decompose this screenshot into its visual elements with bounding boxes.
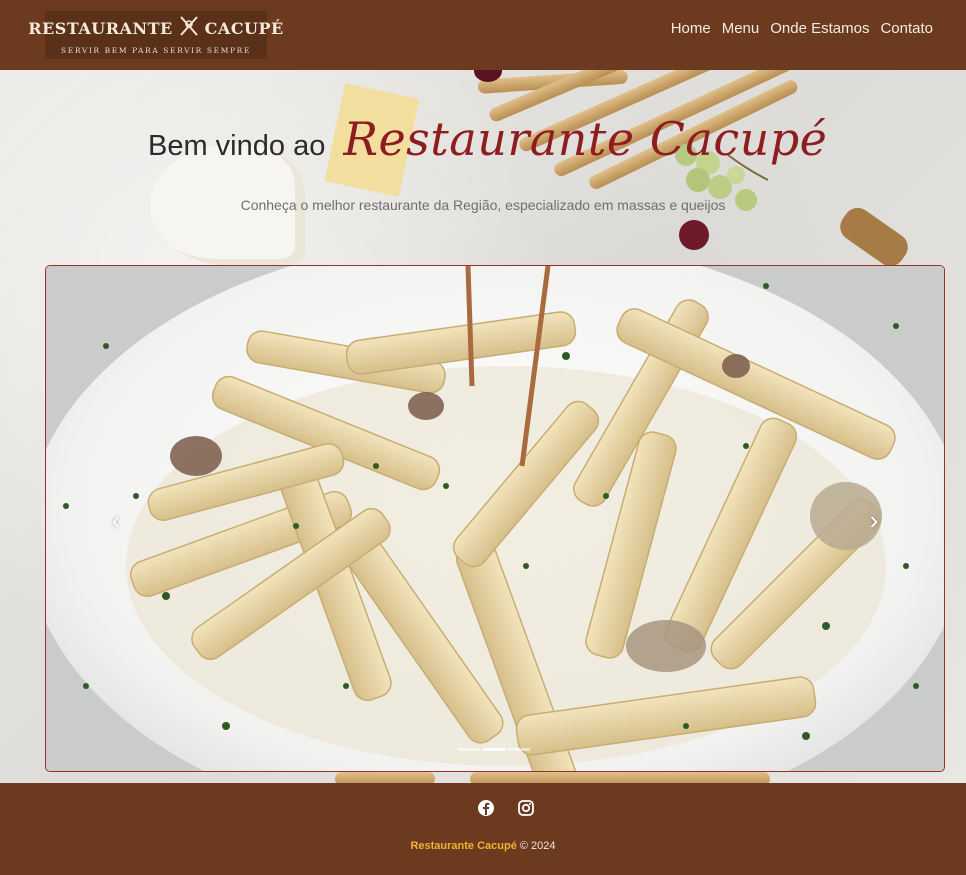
- carousel-next-button[interactable]: ›: [864, 506, 884, 534]
- logo-title-right: CACUPÉ: [204, 19, 284, 38]
- main-nav: Home Menu Onde Estamos Contato: [671, 18, 933, 40]
- welcome-heading: Bem vindo ao Restaurante Cacupé: [148, 112, 827, 166]
- nav-contato[interactable]: Contato: [880, 18, 933, 40]
- hero-tagline: Conheça o melhor restaurante da Região, …: [240, 197, 726, 213]
- restaurant-name-script: Restaurante Cacupé: [343, 112, 828, 166]
- logo-title: RESTAURANTE CACUPÉ: [28, 15, 283, 43]
- facebook-icon[interactable]: [477, 799, 495, 817]
- carousel-indicator-1[interactable]: [458, 748, 480, 751]
- footer-copyright-year: © 2024: [519, 840, 556, 852]
- carousel-prev-button[interactable]: ‹: [106, 506, 126, 534]
- footer-copyright: Restaurante Cacupé © 2024: [0, 840, 966, 852]
- nav-onde-estamos[interactable]: Onde Estamos: [770, 18, 869, 40]
- nav-menu[interactable]: Menu: [722, 18, 760, 40]
- carousel-indicators: [458, 748, 530, 751]
- welcome-text: Bem vindo ao: [148, 130, 326, 162]
- top-navbar: RESTAURANTE CACUPÉ SERVIR BEM PARA SERVI…: [0, 0, 966, 70]
- nav-home[interactable]: Home: [671, 18, 711, 40]
- restaurant-logo[interactable]: RESTAURANTE CACUPÉ SERVIR BEM PARA SERVI…: [28, 11, 283, 59]
- instagram-icon[interactable]: [517, 799, 535, 817]
- food-carousel[interactable]: ‹ ›: [45, 265, 945, 772]
- chevron-left-icon: ‹: [111, 505, 121, 535]
- footer-brand: Restaurante Cacupé: [410, 840, 517, 852]
- logo-subtitle: SERVIR BEM PARA SERVIR SEMPRE: [61, 46, 251, 55]
- chevron-right-icon: ›: [869, 505, 879, 535]
- logo-title-left: RESTAURANTE: [28, 19, 173, 38]
- carousel-indicator-2[interactable]: [483, 748, 505, 751]
- site-footer: Restaurante Cacupé © 2024: [0, 783, 966, 875]
- crossed-utensils-icon: [177, 15, 201, 43]
- social-links: [477, 799, 535, 817]
- carousel-indicator-3[interactable]: [508, 748, 530, 751]
- carousel-slide-image: [46, 266, 944, 771]
